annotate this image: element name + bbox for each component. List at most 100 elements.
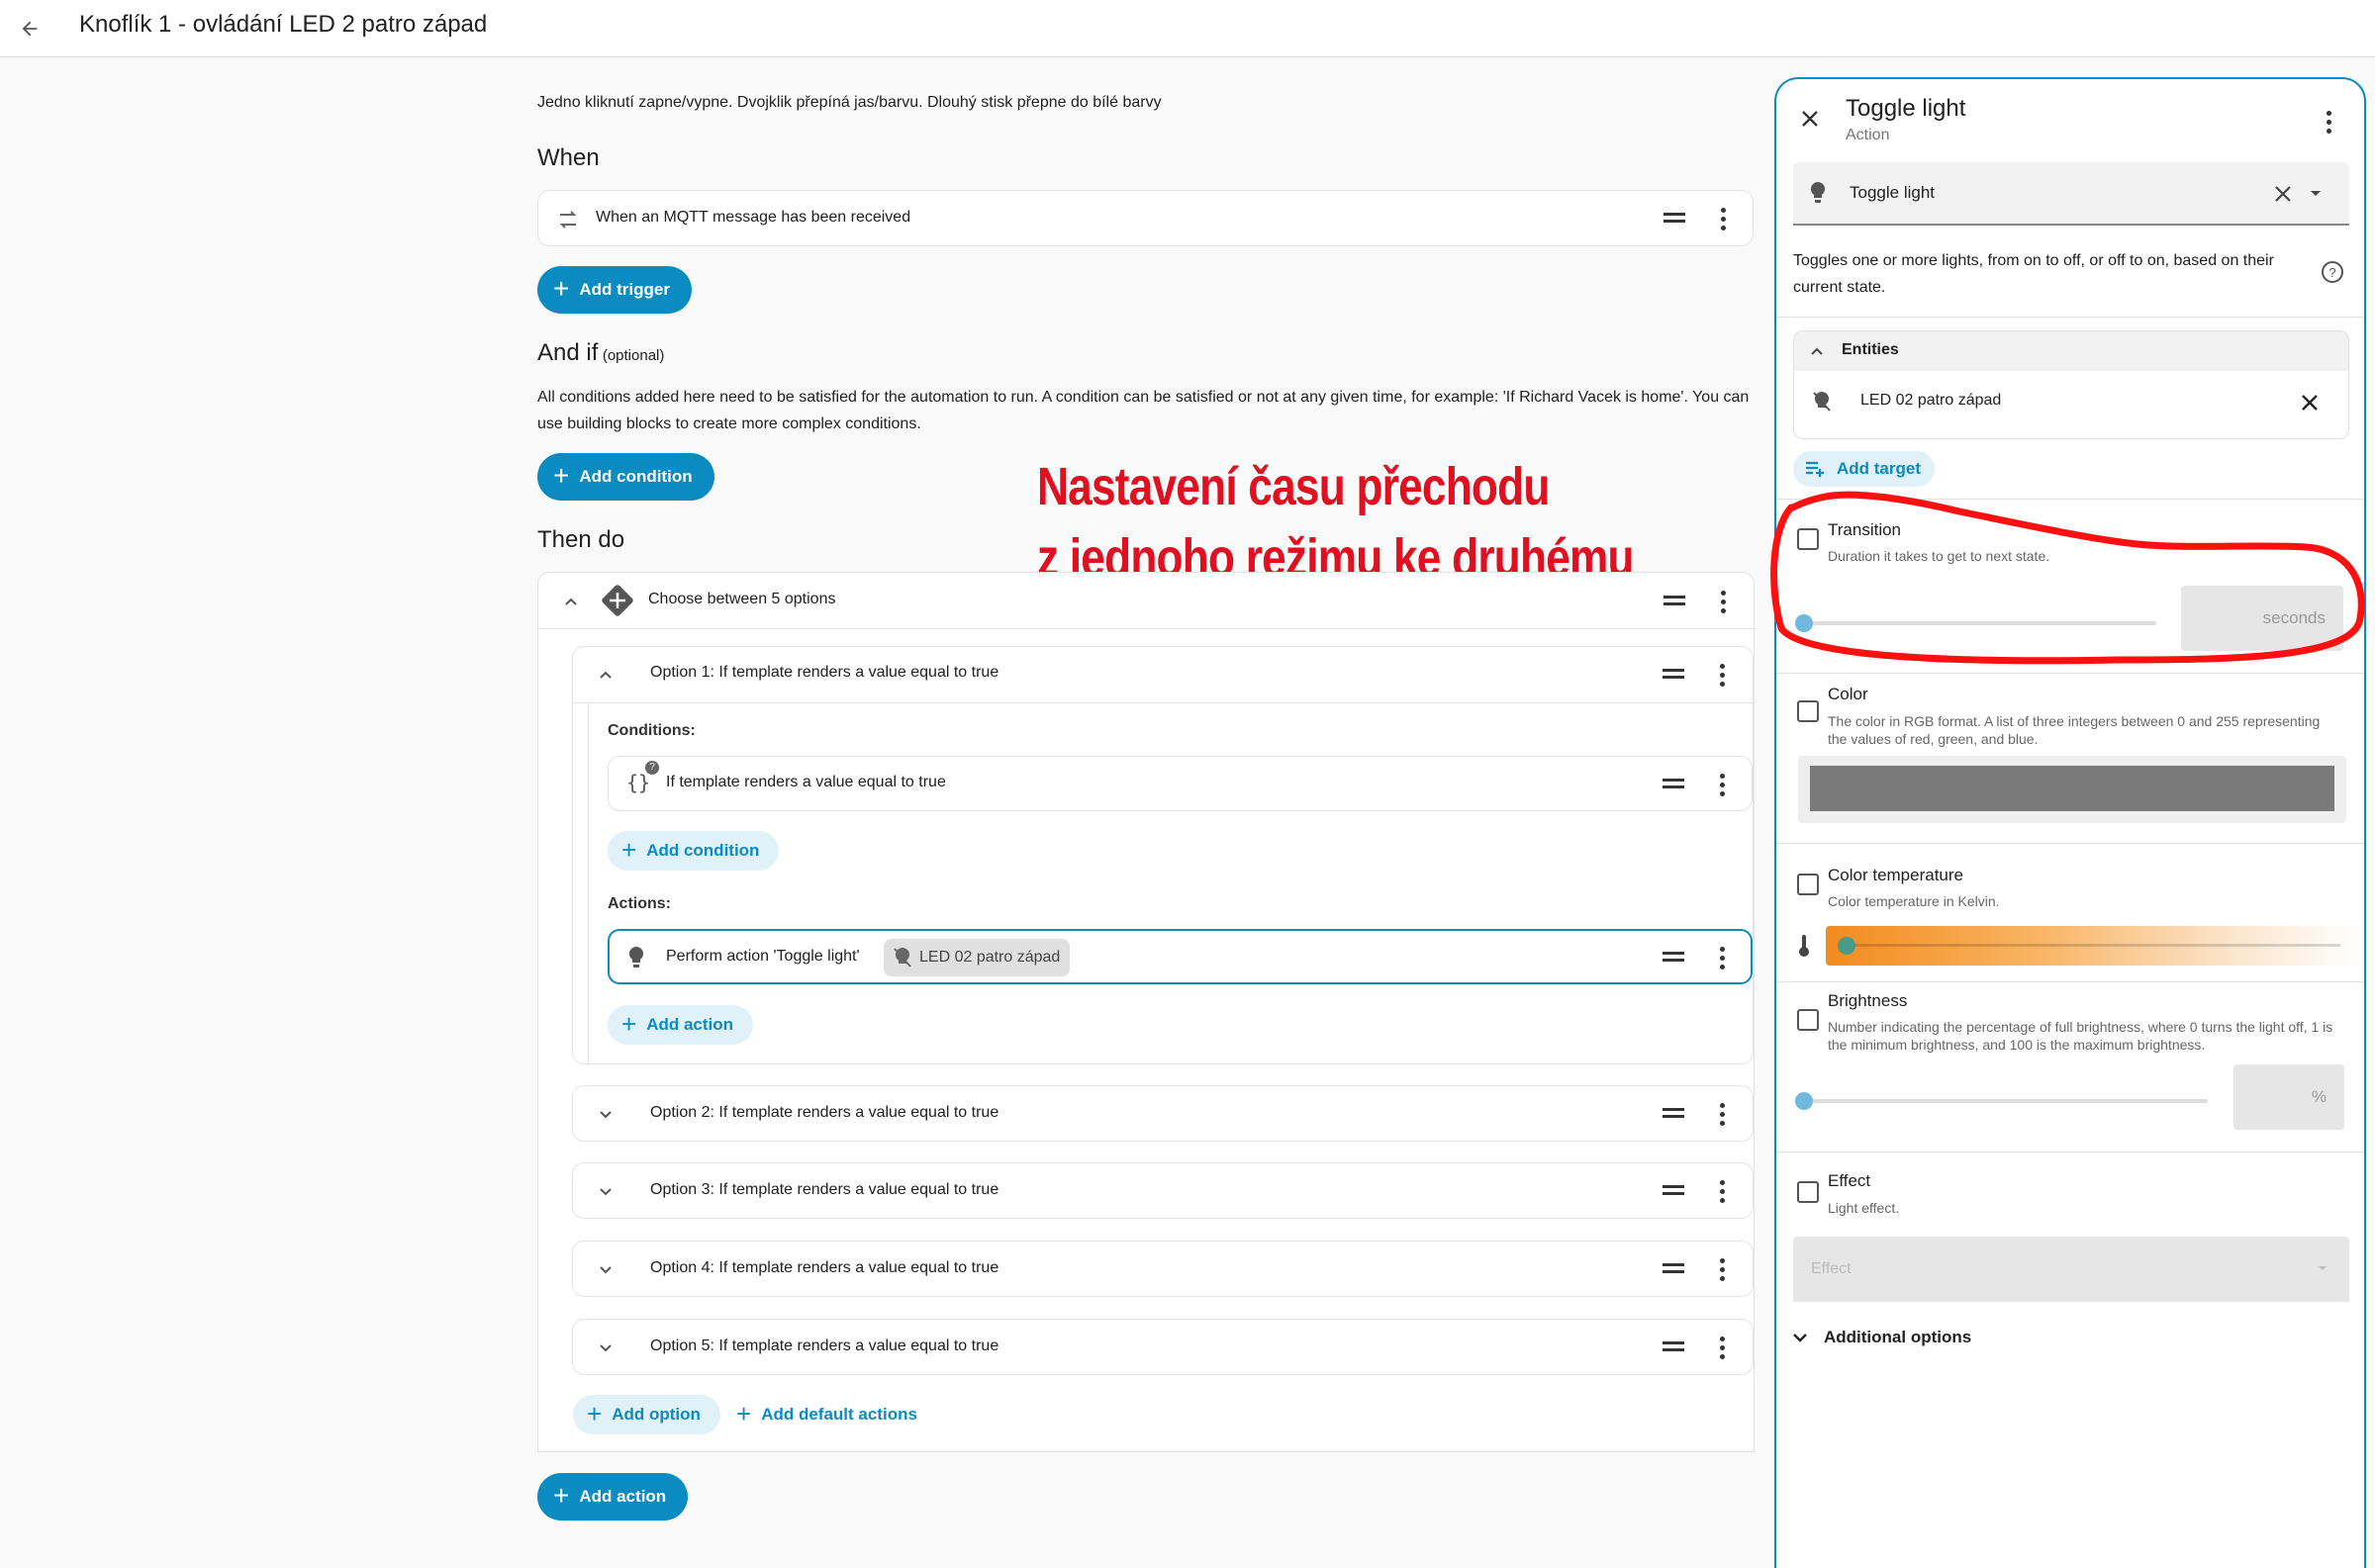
choose-label: Choose between 5 options xyxy=(648,591,836,607)
additional-options-toggle[interactable]: Additional options xyxy=(1792,1328,1971,1347)
divider xyxy=(1776,843,2364,844)
chevron-down-icon[interactable] xyxy=(599,1185,613,1199)
divider xyxy=(538,628,1756,629)
drag-handle-icon[interactable] xyxy=(1663,596,1685,605)
dropdown-arrow-icon[interactable] xyxy=(2310,190,2322,198)
brightness-help: Number indicating the percentage of full… xyxy=(1828,1019,2333,1053)
divider xyxy=(537,1451,1755,1452)
lightbulb-off-icon xyxy=(894,947,911,968)
more-vertical-icon[interactable] xyxy=(1719,1180,1725,1203)
action-label: Perform action 'Toggle light' xyxy=(666,948,860,965)
brightness-slider-thumb[interactable] xyxy=(1795,1092,1813,1110)
template-icon: {} xyxy=(626,771,651,794)
chevron-down-icon[interactable] xyxy=(599,1341,613,1355)
entity-chip[interactable]: LED 02 patro západ xyxy=(884,939,1071,976)
page-title: Knoflík 1 - ovládání LED 2 patro západ xyxy=(79,11,488,38)
when-heading: When xyxy=(537,144,600,171)
help-circle-icon[interactable]: ? xyxy=(2321,260,2344,284)
effect-label: Effect xyxy=(1828,1171,1871,1190)
more-vertical-icon[interactable] xyxy=(1719,1258,1725,1281)
plus-icon: + xyxy=(553,272,570,304)
and-if-heading: And if (optional) xyxy=(537,339,665,366)
add-option-button[interactable]: + Add option xyxy=(573,1395,720,1434)
drag-handle-icon[interactable] xyxy=(1662,1185,1684,1195)
chevron-down-icon[interactable] xyxy=(599,1108,613,1122)
close-icon[interactable] xyxy=(1800,109,1820,129)
color-temp-thumb[interactable] xyxy=(1838,937,1855,955)
color-temp-checkbox[interactable] xyxy=(1797,874,1819,895)
add-target-button[interactable]: Add target xyxy=(1793,451,1935,487)
more-vertical-icon[interactable] xyxy=(2326,111,2331,134)
lightbulb-icon xyxy=(628,946,644,968)
drag-handle-icon[interactable] xyxy=(1662,779,1684,788)
plus-icon: + xyxy=(736,1398,752,1429)
option-4-card[interactable]: Option 4: If template renders a value eq… xyxy=(572,1241,1754,1297)
panel-title: Toggle light xyxy=(1846,95,1966,122)
option-2-card[interactable]: Option 2: If template renders a value eq… xyxy=(572,1085,1754,1142)
color-temp-slider[interactable] xyxy=(1826,926,2356,966)
effect-checkbox[interactable] xyxy=(1797,1181,1819,1203)
add-trigger-button[interactable]: + Add trigger xyxy=(537,266,692,314)
more-vertical-icon[interactable] xyxy=(1719,1337,1725,1359)
drag-handle-icon[interactable] xyxy=(1662,952,1684,962)
option-5-card[interactable]: Option 5: If template renders a value eq… xyxy=(572,1319,1754,1375)
svg-text:?: ? xyxy=(2328,265,2335,280)
lightbulb-icon xyxy=(1810,181,1826,203)
help-badge-icon: ? xyxy=(645,761,659,775)
action-card-selected[interactable]: Perform action 'Toggle light' LED 02 pat… xyxy=(608,929,1753,984)
action-description: Toggles one or more lights, from on to o… xyxy=(1793,252,2274,296)
chevron-up-icon[interactable] xyxy=(599,668,613,682)
chevron-up-icon[interactable] xyxy=(564,595,578,608)
drag-handle-icon[interactable] xyxy=(1662,1263,1684,1273)
drag-handle-icon[interactable] xyxy=(1662,669,1684,679)
more-vertical-icon[interactable] xyxy=(1719,947,1725,969)
add-condition-inner-button[interactable]: + Add condition xyxy=(608,831,780,871)
back-button[interactable] xyxy=(10,9,49,48)
panel-subtitle: Action xyxy=(1846,127,1890,143)
color-picker[interactable] xyxy=(1798,756,2346,823)
option-4-label: Option 4: If template renders a value eq… xyxy=(650,1259,999,1276)
divider xyxy=(588,703,589,1065)
more-vertical-icon[interactable] xyxy=(1719,664,1725,687)
more-vertical-icon[interactable] xyxy=(1719,774,1725,796)
divider xyxy=(1776,981,2364,982)
clear-icon[interactable] xyxy=(2274,185,2292,203)
add-condition-button[interactable]: + Add condition xyxy=(537,453,714,501)
condition-label: If template renders a value equal to tru… xyxy=(666,774,946,790)
color-help: The color in RGB format. A list of three… xyxy=(1828,713,2321,747)
drag-handle-icon[interactable] xyxy=(1663,213,1685,223)
trigger-card[interactable]: When an MQTT message has been received xyxy=(537,190,1754,246)
lightbulb-off-icon xyxy=(1813,391,1831,412)
add-action-button[interactable]: + Add action xyxy=(537,1473,689,1521)
brightness-label: Brightness xyxy=(1828,991,1908,1010)
brightness-checkbox[interactable] xyxy=(1797,1009,1819,1031)
add-action-inner-button[interactable]: + Add action xyxy=(608,1005,754,1045)
action-select[interactable]: Toggle light xyxy=(1793,162,2349,226)
color-temp-label: Color temperature xyxy=(1828,866,1964,884)
brightness-slider-track[interactable] xyxy=(1804,1099,2208,1103)
color-label: Color xyxy=(1828,685,1868,703)
divider xyxy=(1776,317,2364,318)
condition-card[interactable]: {} ? If template renders a value equal t… xyxy=(608,756,1753,811)
option-3-card[interactable]: Option 3: If template renders a value eq… xyxy=(572,1162,1754,1219)
more-vertical-icon[interactable] xyxy=(1720,208,1726,231)
arrow-left-icon xyxy=(22,21,38,37)
playlist-add-icon xyxy=(1806,461,1824,477)
drag-handle-icon[interactable] xyxy=(1662,1108,1684,1118)
chevron-down-icon[interactable] xyxy=(599,1263,613,1277)
more-vertical-icon[interactable] xyxy=(1720,591,1726,613)
remove-entity-icon[interactable] xyxy=(2301,394,2319,412)
action-select-value: Toggle light xyxy=(1850,183,1936,202)
top-app-bar: Knoflík 1 - ovládání LED 2 patro západ xyxy=(0,0,2375,57)
add-default-actions-button[interactable]: + Add default actions xyxy=(736,1395,917,1434)
drag-handle-icon[interactable] xyxy=(1662,1341,1684,1351)
more-vertical-icon[interactable] xyxy=(1719,1103,1725,1126)
color-swatch xyxy=(1810,766,2334,811)
entities-header[interactable]: Entities xyxy=(1794,331,2348,371)
then-do-heading: Then do xyxy=(537,526,625,553)
effect-select[interactable]: Effect xyxy=(1793,1237,2349,1302)
brightness-percent-field[interactable]: % xyxy=(2233,1064,2344,1130)
color-checkbox[interactable] xyxy=(1797,700,1819,722)
entity-name: LED 02 patro západ xyxy=(1860,392,2002,409)
automation-description: Jedno kliknutí zapne/vypne. Dvojklik pře… xyxy=(537,94,1162,111)
